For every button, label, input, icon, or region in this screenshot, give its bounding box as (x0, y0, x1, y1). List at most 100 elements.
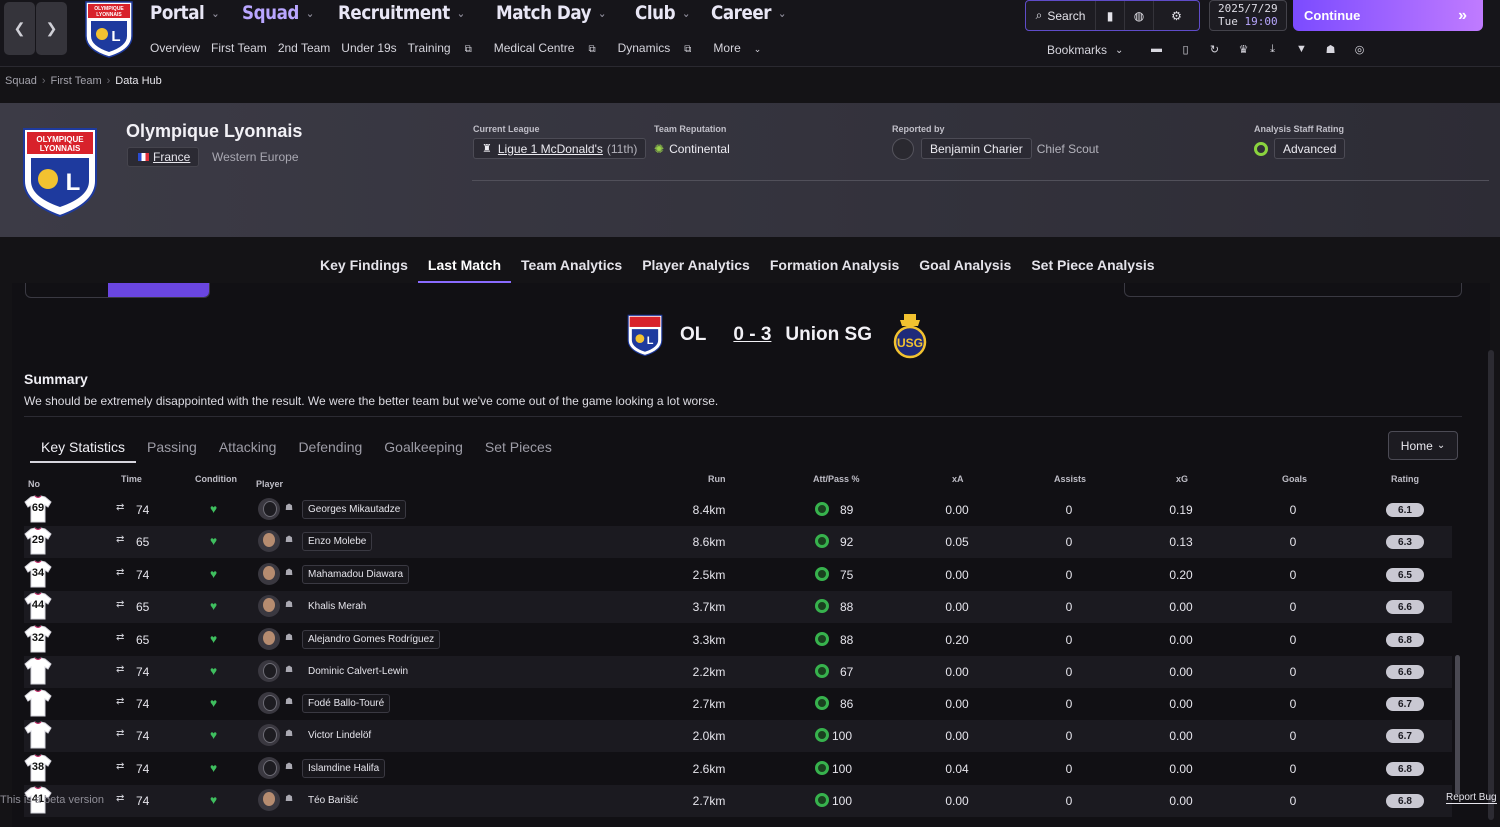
player-name[interactable]: Dominic Calvert-Lewin (302, 662, 414, 681)
player-name[interactable]: Alejandro Gomes Rodríguez (302, 630, 441, 649)
table-scrollbar[interactable] (1455, 655, 1460, 795)
subnav-first-team[interactable]: First Team (211, 41, 267, 55)
bookmark-icon[interactable]: ▮ (1096, 1, 1125, 30)
pass-completion: 100 (832, 729, 853, 743)
chevron-down-icon: ⌄ (1115, 44, 1124, 56)
player-name[interactable]: Enzo Molebe (302, 532, 373, 551)
tab-player-analytics[interactable]: Player Analytics (632, 248, 760, 283)
sub-nav: Overview First Team 2nd Team Under 19s T… (150, 41, 783, 55)
back-button[interactable]: ❮ (4, 2, 35, 55)
subtab-attacking[interactable]: Attacking (208, 433, 288, 463)
breadcrumb-first-team[interactable]: First Team (50, 75, 101, 87)
tab-key-findings[interactable]: Key Findings (310, 248, 418, 283)
kit-icon[interactable]: ▼ (1287, 43, 1316, 56)
breadcrumb-squad[interactable]: Squad (5, 75, 37, 87)
home-away-select[interactable]: Home ⌄ (1388, 431, 1458, 460)
col-xg[interactable]: xG (1176, 474, 1188, 484)
tab-formation-analysis[interactable]: Formation Analysis (760, 248, 909, 283)
download-icon[interactable]: ⤓ (1258, 43, 1287, 56)
bookmarks-dropdown[interactable]: Bookmarks ⌄ (1047, 43, 1123, 57)
target-icon[interactable]: ◎ (1345, 43, 1374, 56)
gear-icon[interactable]: ⚙ (1154, 1, 1199, 30)
player-name[interactable]: Mahamadou Diawara (302, 565, 410, 584)
subnav-more[interactable]: More ⌄ (713, 41, 772, 55)
globe-icon[interactable]: ◍ (1125, 1, 1154, 30)
nav-match-day[interactable]: Match Day ⌄ (496, 0, 606, 26)
table-row[interactable]: ⇄ 74 ♥ ☗ Fodé Ballo-Touré 2.7km 86 0.00 0 0.00 0 6.… (24, 688, 1452, 720)
col-pass[interactable]: Att/Pass % (813, 474, 860, 484)
table-row[interactable]: ⇄ 74 ♥ ☗ Dominic Calvert-Lewin 2.2km 67 0.00 0 0.… (24, 656, 1452, 688)
people-icon[interactable]: ☗ (1316, 43, 1345, 56)
player-name[interactable]: Islamdine Halifa (302, 759, 386, 778)
tab-set-piece-analysis[interactable]: Set Piece Analysis (1021, 248, 1164, 283)
subnav-under-19s[interactable]: Under 19s (341, 41, 396, 55)
col-player[interactable]: Player (256, 479, 283, 489)
scout-name[interactable]: Benjamin Charier (921, 138, 1032, 159)
col-goals[interactable]: Goals (1282, 474, 1307, 484)
search-button[interactable]: ⌕ Search (1026, 1, 1096, 30)
subtab-goalkeeping[interactable]: Goalkeeping (373, 433, 474, 463)
distance-run: 8.6km (692, 535, 726, 549)
nav-squad[interactable]: Squad ⌄ (242, 0, 314, 26)
table-row[interactable]: 34 ⇄ 74 ♥ ☗ Mahamadou Diawara 2.5km 75 0.00 0 0.20… (24, 559, 1452, 591)
table-row[interactable]: 38 ⇄ 74 ♥ ☗ Islamdine Halifa 2.6km 100 0.04 0 0.00… (24, 753, 1452, 785)
nav-career[interactable]: Career ⌄ (711, 0, 786, 26)
refresh-icon[interactable]: ↻ (1200, 43, 1229, 56)
breadcrumb-data-hub: Data Hub (115, 75, 162, 87)
filter-control[interactable] (1124, 283, 1462, 297)
pass-completion: 88 (840, 633, 854, 647)
subtab-defending[interactable]: Defending (287, 433, 373, 463)
subnav-2nd-team[interactable]: 2nd Team (278, 41, 330, 55)
subnav-training[interactable]: Training ⧉ (408, 41, 483, 55)
toggle-control[interactable] (25, 283, 210, 298)
score-link[interactable]: 0 - 3 (733, 324, 771, 346)
forward-button[interactable]: ❯ (36, 2, 67, 55)
table-row[interactable]: ⇄ 74 ♥ ☗ Victor Lindelöf 2.0km 100 0.00 0 0.00 0 6.… (24, 720, 1452, 752)
subnav-medical-centre[interactable]: Medical Centre ⧉ (494, 41, 607, 55)
report-bug-link[interactable]: Report Bug (1446, 792, 1497, 804)
league-link[interactable]: ♜ Ligue 1 McDonald's (11th) (473, 138, 647, 159)
subnav-overview[interactable]: Overview (150, 41, 200, 55)
chat-icon[interactable]: ▬ (1142, 43, 1171, 56)
col-run[interactable]: Run (708, 474, 726, 484)
col-no[interactable]: No (28, 479, 40, 489)
table-row[interactable]: 41 ⇄ 74 ♥ ☗ Téo Barišić 2.7km 100 0.00 0 0.00 0 6.8 (24, 785, 1452, 817)
role-icon: ☗ (285, 728, 294, 738)
table-row[interactable]: 32 ⇄ 65 ♥ ☗ Alejandro Gomes Rodríguez 3.3km 88 0… (24, 624, 1452, 656)
player-name[interactable]: Georges Mikautadze (302, 500, 407, 519)
player-name[interactable]: Khalis Merah (302, 597, 372, 616)
tab-goal-analysis[interactable]: Goal Analysis (909, 248, 1021, 283)
table-row[interactable]: 29 ⇄ 65 ♥ ☗ Enzo Molebe 8.6km 92 0.05 0 0.13 0 6.3 (24, 526, 1452, 558)
subnav-dynamics[interactable]: Dynamics ⧉ (618, 41, 703, 55)
club-logo[interactable]: OLYMPIQUE LYONNAIS L (83, 0, 135, 58)
player-name[interactable]: Victor Lindelöf (302, 726, 377, 745)
nation-link[interactable]: France (127, 147, 200, 167)
pass-completion: 100 (832, 794, 853, 808)
subtab-key-statistics[interactable]: Key Statistics (30, 433, 137, 463)
col-condition[interactable]: Condition (195, 474, 237, 484)
expected-goals: 0.00 (1169, 762, 1193, 776)
subtab-set-pieces[interactable]: Set Pieces (474, 433, 563, 463)
table-row[interactable]: 44 ⇄ 65 ♥ ☗ Khalis Merah 3.7km 88 0.00 0 0.00 0 6.6 (24, 591, 1452, 623)
search-toolbar: ⌕ Search ▮ ◍ ⚙ (1025, 0, 1200, 31)
page-scrollbar[interactable] (1488, 350, 1494, 820)
col-xa[interactable]: xA (952, 474, 964, 484)
tab-team-analytics[interactable]: Team Analytics (511, 248, 632, 283)
nav-recruitment[interactable]: Recruitment ⌄ (338, 0, 465, 26)
nav-club[interactable]: Club ⌄ (635, 0, 690, 26)
col-assists[interactable]: Assists (1054, 474, 1086, 484)
subtab-passing[interactable]: Passing (136, 433, 208, 463)
continue-button[interactable]: Continue » (1293, 0, 1483, 31)
trophy-icon[interactable]: ♛ (1229, 43, 1258, 56)
tab-last-match[interactable]: Last Match (417, 248, 512, 283)
player-avatar (258, 692, 280, 714)
nav-portal[interactable]: Portal ⌄ (150, 0, 219, 26)
table-row[interactable]: 69 ⇄ 74 ♥ ☗ Georges Mikautadze 8.4km 89 0.00 0 0.1… (24, 494, 1452, 526)
header-divider (472, 180, 1489, 181)
col-time[interactable]: Time (121, 474, 142, 484)
player-name[interactable]: Téo Barišić (302, 791, 364, 810)
pass-ring-icon (815, 761, 829, 775)
col-rating[interactable]: Rating (1391, 474, 1419, 484)
player-name[interactable]: Fodé Ballo-Touré (302, 694, 391, 713)
notes-icon[interactable]: ▯ (1171, 43, 1200, 56)
